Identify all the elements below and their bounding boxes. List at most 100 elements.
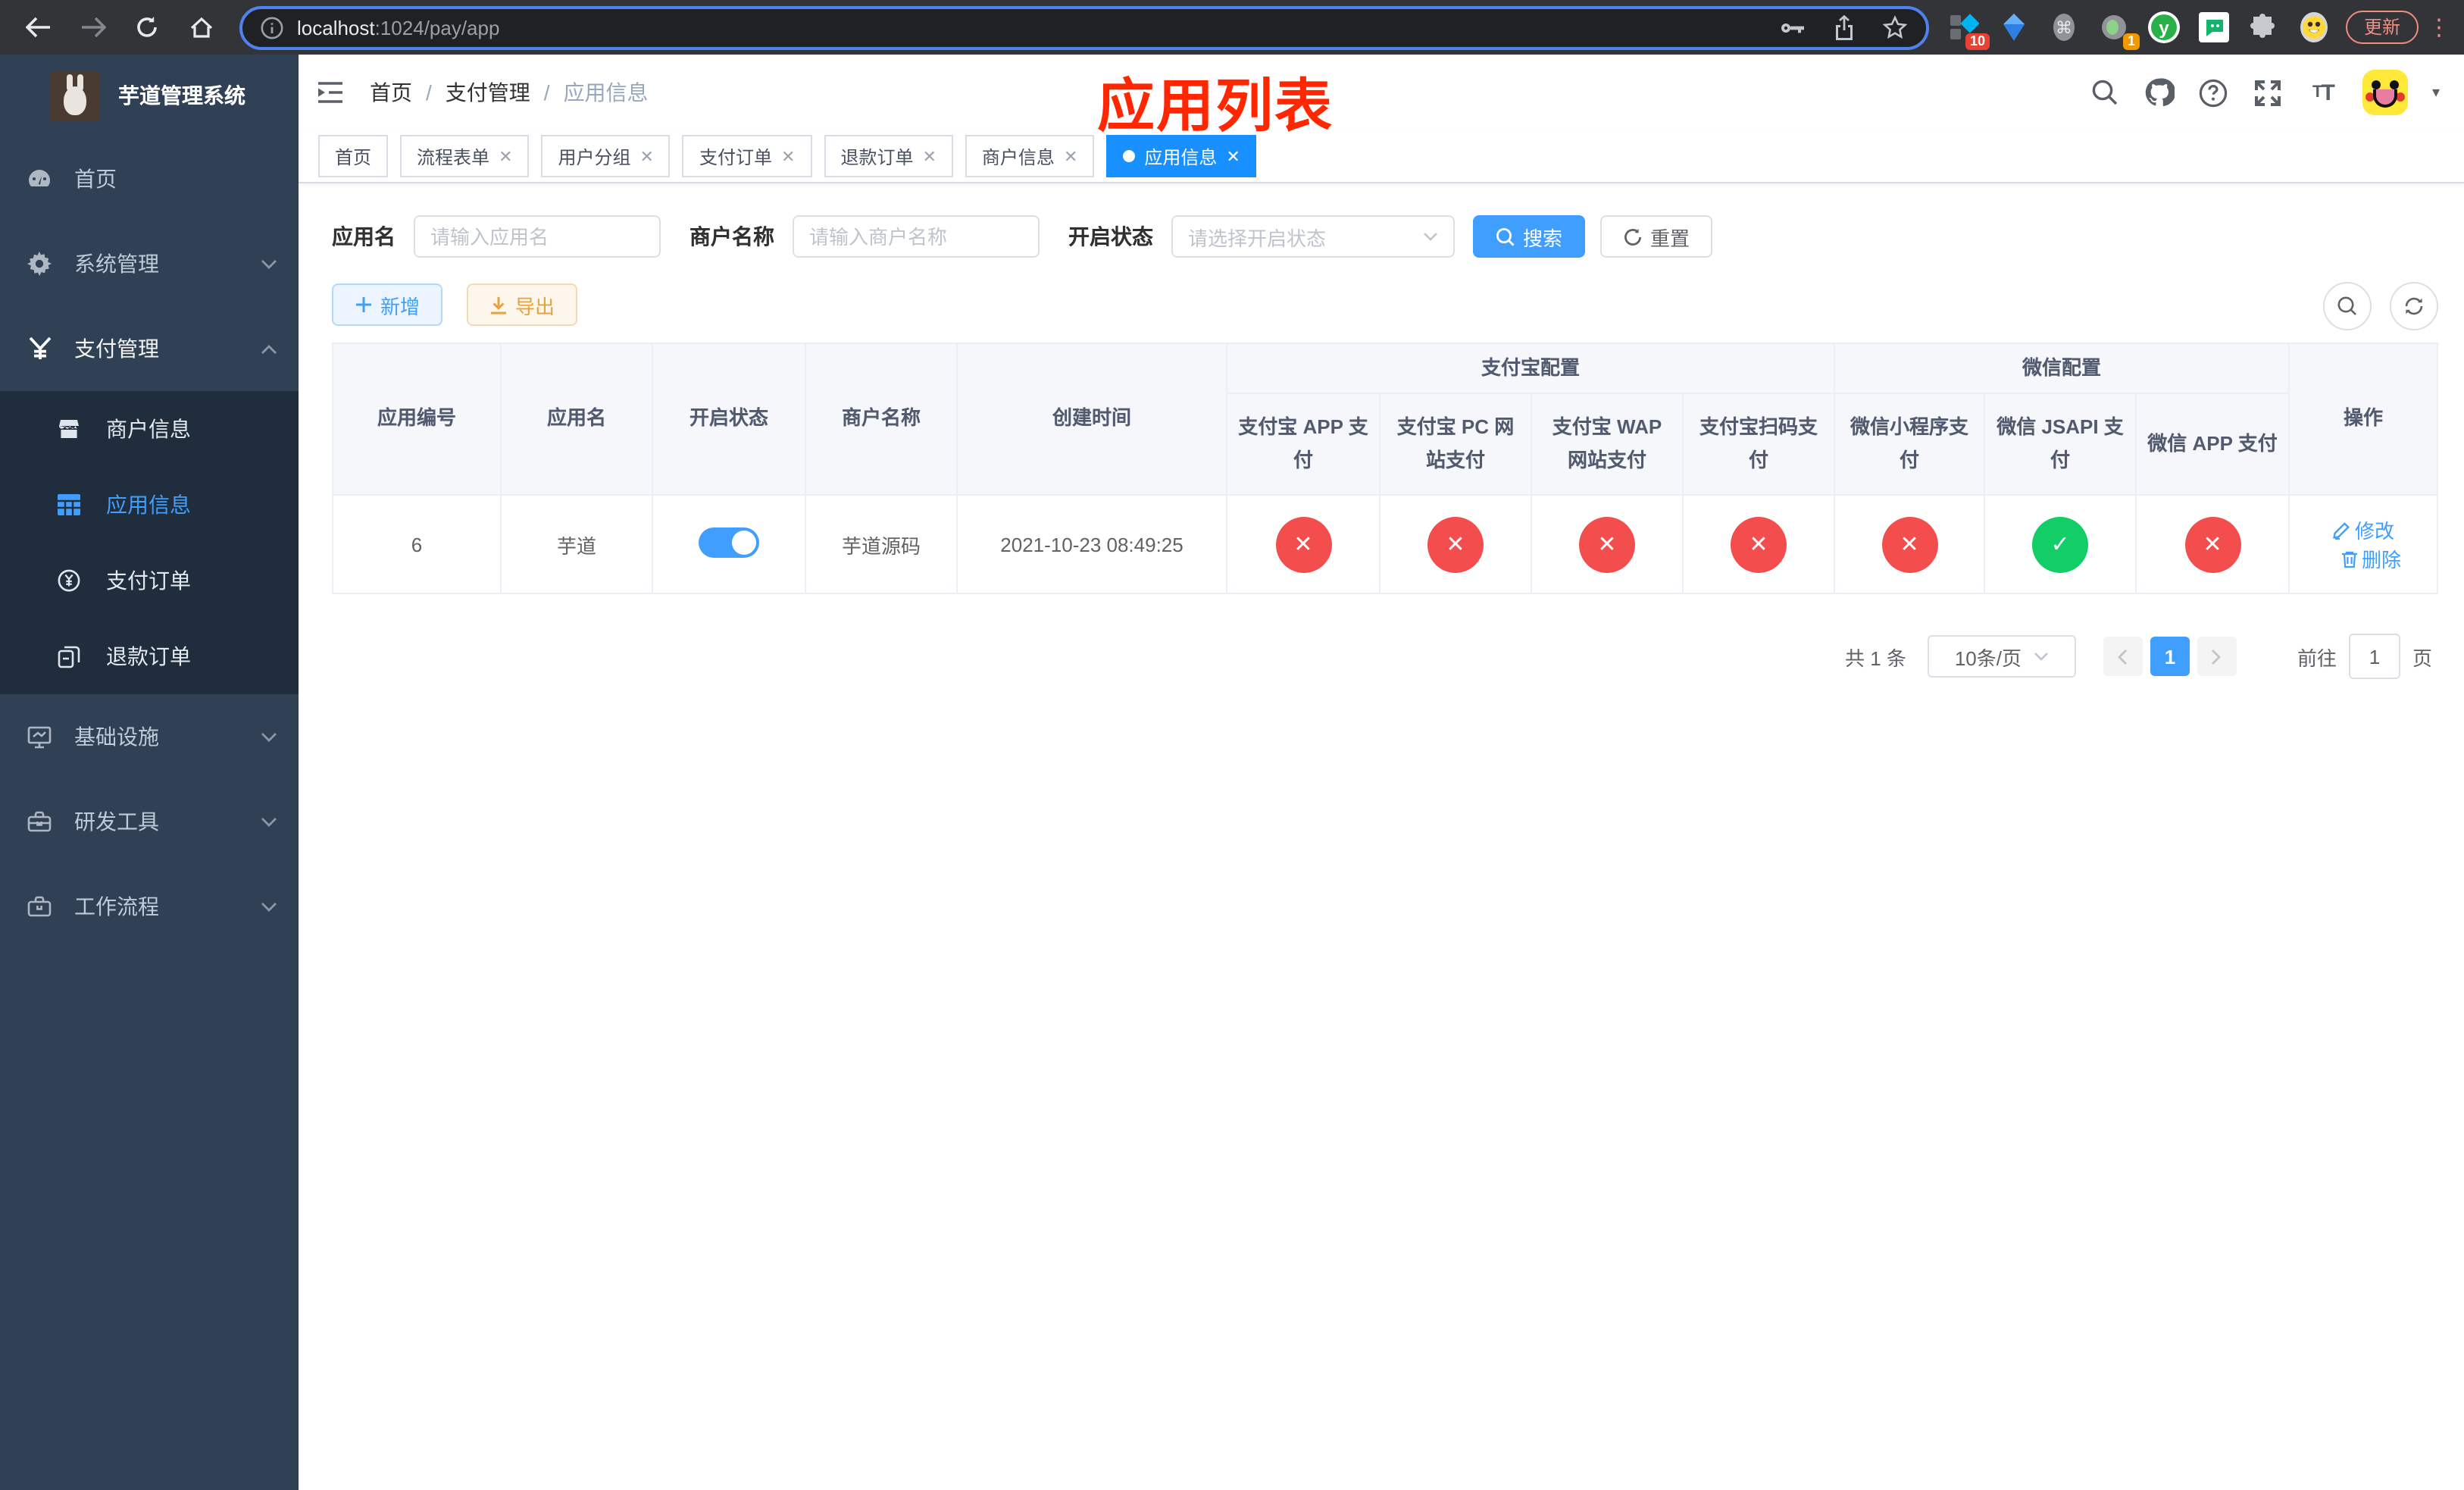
sidebar-item-payment[interactable]: 支付管理 <box>0 306 299 391</box>
export-button[interactable]: 导出 <box>467 283 578 326</box>
chevron-down-icon <box>261 816 277 827</box>
tab-merchant-info[interactable]: 商户信息 ✕ <box>965 135 1095 177</box>
share-icon[interactable] <box>1834 14 1855 40</box>
logo-row[interactable]: 芋道管理系统 <box>0 55 299 136</box>
chevron-down-icon <box>2034 652 2049 661</box>
apps-table: 应用编号 应用名 开启状态 商户名称 创建时间 支付宝配置 微信配置 操作 支付… <box>332 343 2439 594</box>
extension-emoji-icon[interactable] <box>2297 11 2331 44</box>
cell-alipay-wap: ✕ <box>1531 494 1684 594</box>
extensions-puzzle-icon[interactable] <box>2247 11 2281 44</box>
tab-home[interactable]: 首页 <box>318 135 389 177</box>
forward-icon[interactable] <box>70 6 115 49</box>
user-avatar[interactable] <box>2362 70 2408 115</box>
table-grid-icon <box>58 493 80 516</box>
extension-command-icon[interactable]: ⌘ <box>2047 11 2081 44</box>
sidebar-item-devtools[interactable]: 研发工具 <box>0 779 299 864</box>
cell-app-name: 芋道 <box>500 494 653 594</box>
col-alipay-app: 支付宝 APP 支付 <box>1226 393 1381 496</box>
close-icon[interactable]: ✕ <box>1226 146 1240 166</box>
bookmark-star-icon[interactable] <box>1882 15 1908 39</box>
extension-y-icon[interactable]: y <box>2147 11 2181 44</box>
sidebar-item-home[interactable]: 首页 <box>0 136 299 221</box>
browser-toolbar: localhost:1024/pay/app 10 ⌘ 1 y 更新 ⋮ <box>0 0 2464 55</box>
toggle-search-button[interactable] <box>2323 282 2372 330</box>
cell-alipay-app: ✕ <box>1226 494 1381 594</box>
goto-page-input[interactable] <box>2348 634 2400 679</box>
app-name-input[interactable] <box>414 215 661 258</box>
fullscreen-icon[interactable] <box>2253 77 2284 108</box>
search-icon[interactable] <box>2090 77 2120 108</box>
close-icon[interactable]: ✕ <box>781 146 795 166</box>
status-badge: ✕ <box>2184 516 2241 572</box>
refresh-icon <box>1624 227 1642 245</box>
chevron-down-icon <box>261 258 277 269</box>
font-size-icon[interactable]: TT <box>2308 77 2338 108</box>
delete-button[interactable]: 删除 <box>2340 544 2401 573</box>
cell-wechat-mini: ✕ <box>1834 494 1986 594</box>
plus-icon <box>356 297 371 312</box>
tab-user-group[interactable]: 用户分组 ✕ <box>541 135 671 177</box>
sidebar-item-refund-order[interactable]: 退款订单 <box>0 618 299 694</box>
extension-badge: 10 <box>1965 33 1990 50</box>
chrome-update-button[interactable]: 更新 <box>2345 11 2419 44</box>
next-page-button[interactable] <box>2197 637 2237 676</box>
sidebar-item-system[interactable]: 系统管理 <box>0 221 299 306</box>
prev-page-button[interactable] <box>2103 637 2143 676</box>
cell-alipay-qr: ✕ <box>1681 494 1836 594</box>
extension-gem-icon[interactable] <box>1997 11 2031 44</box>
col-wechat-jsapi: 微信 JSAPI 支付 <box>1984 393 2137 496</box>
close-icon[interactable]: ✕ <box>1064 146 1077 166</box>
search-icon <box>2337 296 2356 315</box>
refresh-table-button[interactable] <box>2390 282 2438 330</box>
reset-button[interactable]: 重置 <box>1600 215 1713 258</box>
extension-chat-icon[interactable] <box>2197 11 2231 44</box>
merchant-name-input[interactable] <box>793 215 1040 258</box>
sidebar-item-workflow[interactable]: 工作流程 <box>0 864 299 949</box>
sidebar-item-infra[interactable]: 基础设施 <box>0 694 299 779</box>
avatar-caret-icon[interactable]: ▾ <box>2432 84 2440 101</box>
page-size-select[interactable]: 10条/页 <box>1927 635 2076 678</box>
breadcrumb-current: 应用信息 <box>563 80 649 105</box>
sidebar-item-app-info[interactable]: 应用信息 <box>0 467 299 543</box>
breadcrumb-payment[interactable]: 支付管理 <box>446 77 530 108</box>
status-select[interactable]: 请选择开启状态 <box>1171 215 1455 258</box>
edit-button[interactable]: 修改 <box>2332 515 2394 544</box>
tab-refund-order[interactable]: 退款订单 ✕ <box>824 135 953 177</box>
status-badge: ✕ <box>1881 516 1938 572</box>
site-info-icon[interactable] <box>261 16 283 39</box>
github-icon[interactable] <box>2144 77 2175 108</box>
extension-sketch-icon[interactable]: 10 <box>1947 11 1990 50</box>
browser-menu-icon[interactable]: ⋮ <box>2428 14 2450 41</box>
page: localhost:1024/pay/app 10 ⌘ 1 y 更新 ⋮ 芋道管… <box>0 0 2464 1490</box>
close-icon[interactable]: ✕ <box>922 146 936 166</box>
close-icon[interactable]: ✕ <box>499 146 512 166</box>
cell-wechat-app: ✕ <box>2135 494 2290 594</box>
tab-process-form[interactable]: 流程表单 ✕ <box>400 135 530 177</box>
address-bar[interactable]: localhost:1024/pay/app <box>239 5 1929 49</box>
sidebar-collapse-icon[interactable] <box>315 77 346 108</box>
enabled-toggle[interactable] <box>699 527 759 557</box>
close-icon[interactable]: ✕ <box>640 146 654 166</box>
reload-icon[interactable] <box>124 6 170 49</box>
tags-view-bar: 首页 流程表单 ✕ 用户分组 ✕ 支付订单 ✕ 退款订单 ✕ 商户信息 ✕ 应用信息 ✕ <box>299 130 2464 183</box>
breadcrumb-separator: / <box>543 80 550 105</box>
sidebar-item-label: 首页 <box>74 167 117 191</box>
password-key-icon[interactable] <box>1779 19 1806 36</box>
breadcrumb-home[interactable]: 首页 <box>370 77 412 108</box>
search-button[interactable]: 搜索 <box>1473 215 1586 258</box>
home-icon[interactable] <box>179 6 224 49</box>
extension-badge: 1 <box>2122 33 2140 50</box>
back-icon[interactable] <box>15 6 61 49</box>
extension-profile-icon[interactable]: 1 <box>2097 11 2140 50</box>
add-button[interactable]: 新增 <box>332 283 443 326</box>
page-1-button[interactable]: 1 <box>2150 637 2190 676</box>
svg-text:⌘: ⌘ <box>2056 19 2072 38</box>
sidebar-item-pay-order[interactable]: 支付订单 <box>0 543 299 618</box>
sidebar-item-merchant-info[interactable]: 商户信息 <box>0 391 299 467</box>
status-label: 开启状态 <box>1068 224 1153 249</box>
navbar-actions: TT ▾ <box>2090 70 2440 115</box>
status-badge: ✓ <box>2032 516 2089 572</box>
tab-pay-order[interactable]: 支付订单 ✕ <box>682 135 812 177</box>
toolbox-icon <box>27 809 52 834</box>
help-icon[interactable] <box>2199 77 2229 108</box>
